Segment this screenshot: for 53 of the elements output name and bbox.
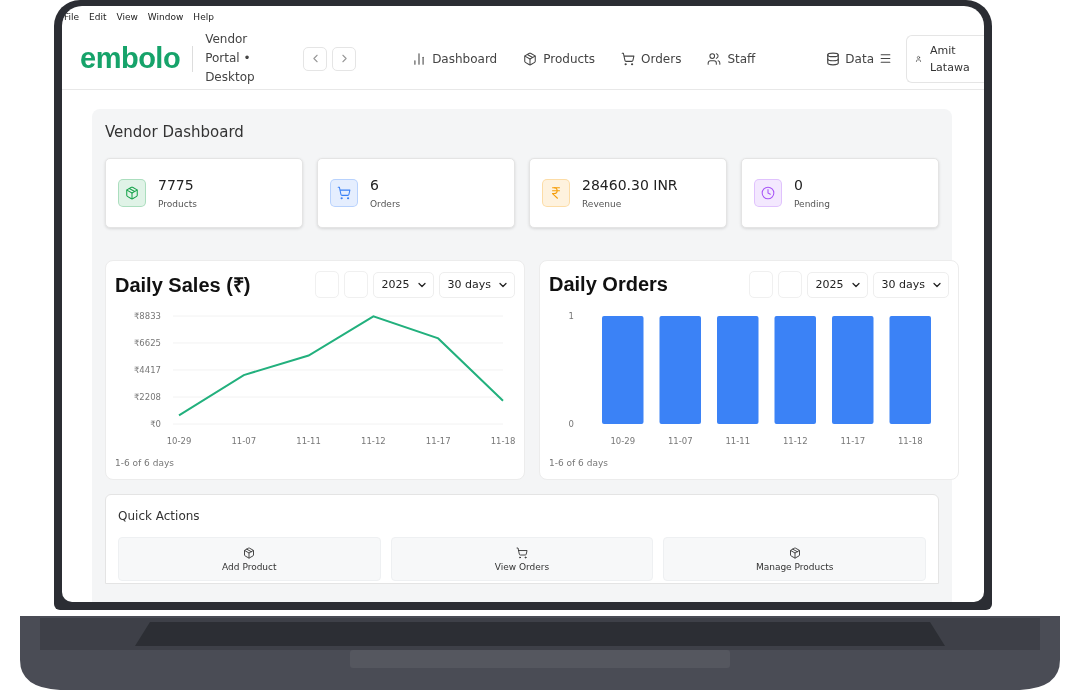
chart-footer: 1-6 of 6 days (115, 458, 515, 468)
axis-label: 11-12 (782, 436, 808, 446)
portal-subtitle: Vendor Portal • Desktop (205, 31, 256, 86)
menu-item[interactable]: Help (193, 12, 214, 22)
axis-label: 10-29 (166, 436, 192, 446)
axis-label: ₹4417 (133, 365, 161, 375)
axis-label: ₹2208 (133, 392, 161, 402)
stat-value: 28460.30 INR (582, 177, 678, 193)
nav-tab[interactable]: Products (523, 49, 596, 68)
quick-action-button[interactable]: Add Product (118, 537, 381, 581)
stat-value: 7775 (158, 177, 195, 193)
stat-value: 0 (794, 177, 804, 193)
axis-label: 11-18 (897, 436, 923, 446)
axis-label: ₹8833 (133, 311, 161, 321)
axis-label: ₹0 (150, 419, 161, 429)
nav-tab[interactable]: Staff (707, 49, 756, 68)
section-title: Quick Actions (118, 509, 201, 523)
axis-label: 11-11 (296, 436, 321, 446)
quick-action-button[interactable]: View Orders (390, 537, 654, 581)
axis-label: ₹6625 (133, 338, 161, 348)
year-select[interactable]: 2025 (806, 271, 868, 298)
quick-action-button[interactable]: Manage Products (663, 537, 926, 581)
page-title: Vendor Dashboard (105, 123, 245, 141)
chart-title: Daily Sales (₹) (115, 273, 251, 298)
axis-label: 11-07 (231, 436, 257, 446)
stat-label: Pending (794, 199, 830, 209)
axis-label: 10-29 (610, 436, 636, 446)
stat-label: Orders (370, 199, 401, 209)
axis-label: 11-18 (490, 436, 515, 446)
axis-label: 11-12 (361, 436, 386, 446)
axis-label: 11-11 (725, 436, 751, 446)
menu-item[interactable]: Window (147, 12, 184, 22)
stat-value: 6 (370, 177, 380, 193)
menu-item[interactable]: File (64, 12, 80, 22)
range-select[interactable]: 30 days (872, 271, 949, 298)
stat-label: Products (158, 199, 197, 209)
nav-tab[interactable]: Dashboard (412, 49, 498, 68)
nav-tab[interactable]: Orders (621, 49, 682, 68)
menu-item[interactable]: Edit (89, 12, 107, 22)
menu-item[interactable]: View (116, 12, 138, 22)
axis-label: 0 (568, 419, 574, 429)
chart-footer: 1-6 of 6 days (549, 458, 949, 468)
year-select[interactable]: 2025 (372, 271, 434, 298)
chart-title: Daily Orders (549, 273, 668, 296)
stat-label: Revenue (582, 199, 623, 209)
range-select[interactable]: 30 days (438, 271, 515, 298)
axis-label: 11-07 (667, 436, 693, 446)
axis-label: 11-17 (840, 436, 866, 446)
user-button[interactable]: Amit Latawa (906, 34, 984, 83)
logo: embolo (80, 42, 181, 75)
axis-label: 11-17 (425, 436, 451, 446)
axis-label: 1 (568, 311, 574, 321)
data-menu-button[interactable]: Data (826, 51, 892, 66)
